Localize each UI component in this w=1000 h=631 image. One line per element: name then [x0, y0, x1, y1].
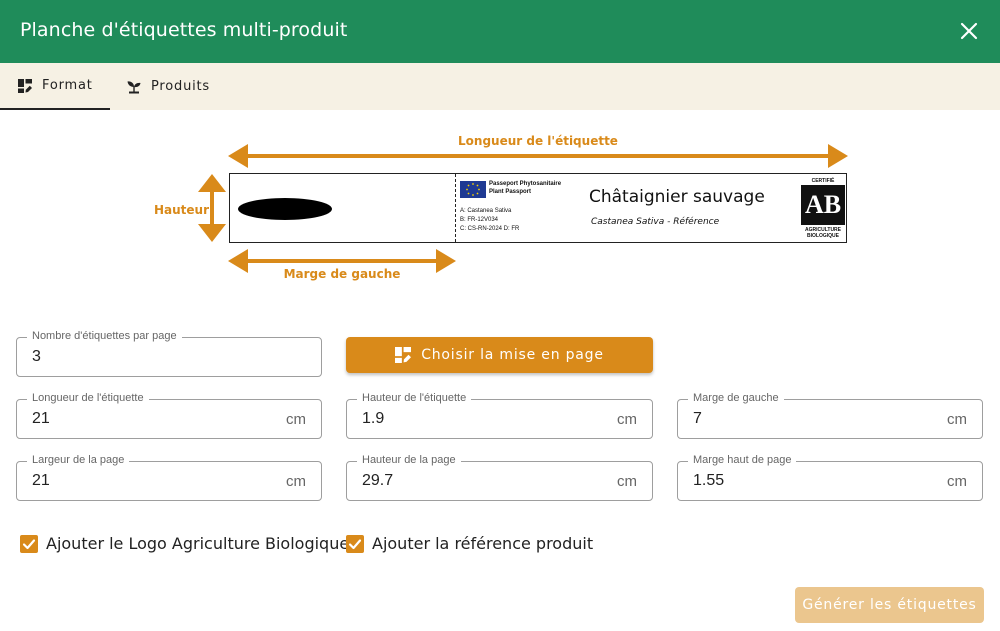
generate-labels-button[interactable]: Générer les étiquettes: [795, 587, 984, 623]
labels-per-page-value: 3: [32, 348, 41, 365]
label-height-value: 1.9: [362, 410, 385, 427]
page-width-legend: Largeur de la page: [27, 454, 130, 466]
page-width-unit: cm: [286, 473, 306, 490]
page-width-field[interactable]: Largeur de la page 21 cm: [16, 454, 322, 501]
margin-label: Marge de gauche: [283, 267, 401, 281]
page-height-legend: Hauteur de la page: [357, 454, 461, 466]
page-width-value: 21: [32, 472, 50, 489]
label-height-field[interactable]: Hauteur de l'étiquette 1.9 cm: [346, 392, 653, 439]
top-margin-legend: Marge haut de page: [688, 454, 797, 466]
product-ref-checkbox-label: Ajouter la référence produit: [372, 534, 594, 553]
tab-bar: Format Produits: [0, 63, 1000, 110]
ab-logo-bottom-2: BIOLOGIQUE: [807, 233, 839, 239]
eu-flag-icon: [460, 181, 486, 198]
ab-logo-letters: AB: [804, 190, 842, 219]
dialog-title: Planche d'étiquettes multi-produit: [20, 19, 348, 41]
ab-logo: CERTIFIÉ AB AGRICULTURE BIOLOGIQUE: [800, 178, 846, 240]
layout-edit-icon: [18, 78, 32, 93]
tab-products-label: Produits: [151, 79, 210, 94]
bio-logo-checkbox-label: Ajouter le Logo Agriculture Biologique: [46, 534, 350, 553]
tab-format[interactable]: Format: [0, 63, 110, 110]
label-length-legend: Longueur de l'étiquette: [27, 392, 149, 404]
ab-logo-top: CERTIFIÉ: [811, 178, 835, 184]
label-height-unit: cm: [617, 411, 637, 428]
tab-format-label: Format: [42, 78, 93, 93]
ab-logo-mark: AB: [801, 185, 845, 225]
layout-edit-icon: [395, 347, 412, 363]
label-length-unit: cm: [286, 411, 306, 428]
left-margin-field[interactable]: Marge de gauche 7 cm: [677, 392, 983, 439]
dialog-header: Planche d'étiquettes multi-produit: [0, 0, 1000, 63]
passport-line-c: C: CS-RN-2024 D: FR: [460, 226, 520, 232]
left-margin-legend: Marge de gauche: [688, 392, 784, 404]
bio-logo-checkbox[interactable]: Ajouter le Logo Agriculture Biologique: [20, 534, 349, 553]
label-sheet-dialog: Planche d'étiquettes multi-produit Forma…: [0, 0, 1000, 631]
tab-products[interactable]: Produits: [110, 63, 210, 110]
sprout-icon: [127, 80, 141, 93]
label-length-value: 21: [32, 410, 50, 427]
check-icon: [348, 538, 362, 549]
choose-layout-label: Choisir la mise en page: [421, 347, 604, 363]
redacted-block: [238, 198, 332, 220]
top-margin-unit: cm: [947, 473, 967, 490]
passport-title-1: Passeport Phytosanitaire: [489, 181, 562, 187]
labels-per-page-legend: Nombre d'étiquettes par page: [27, 330, 182, 342]
close-icon[interactable]: [958, 20, 980, 42]
left-margin-unit: cm: [947, 411, 967, 428]
checkbox-checked[interactable]: [20, 534, 38, 553]
margin-divider: [455, 174, 456, 242]
labels-per-page-field[interactable]: Nombre d'étiquettes par page 3: [16, 330, 322, 377]
label-preview: Passeport Phytosanitaire Plant Passport …: [229, 173, 847, 243]
product-name: Châtaignier sauvage: [589, 187, 765, 207]
passport-line-a: A: Castanea Sativa: [460, 208, 512, 214]
top-margin-value: 1.55: [693, 472, 725, 489]
page-height-value: 29.7: [362, 472, 394, 489]
check-icon: [22, 538, 36, 549]
choose-layout-button[interactable]: Choisir la mise en page: [346, 337, 653, 373]
checkbox-checked[interactable]: [346, 534, 364, 553]
height-label: Hauteur: [154, 203, 210, 217]
page-height-unit: cm: [617, 473, 637, 490]
top-margin-field[interactable]: Marge haut de page 1.55 cm: [677, 454, 983, 501]
length-label: Longueur de l'étiquette: [458, 134, 618, 148]
label-height-legend: Hauteur de l'étiquette: [357, 392, 472, 404]
page-height-field[interactable]: Hauteur de la page 29.7 cm: [346, 454, 653, 501]
label-length-field[interactable]: Longueur de l'étiquette 21 cm: [16, 392, 322, 439]
product-ref-checkbox[interactable]: Ajouter la référence produit: [346, 534, 593, 553]
left-margin-value: 7: [693, 410, 702, 427]
product-reference: Castanea Sativa - Référence: [591, 217, 720, 227]
label-diagram: Longueur de l'étiquette Hauteur Passepor…: [140, 128, 860, 288]
passport-line-b: B: FR-12V034: [460, 217, 499, 223]
passport-title-2: Plant Passport: [489, 189, 532, 195]
